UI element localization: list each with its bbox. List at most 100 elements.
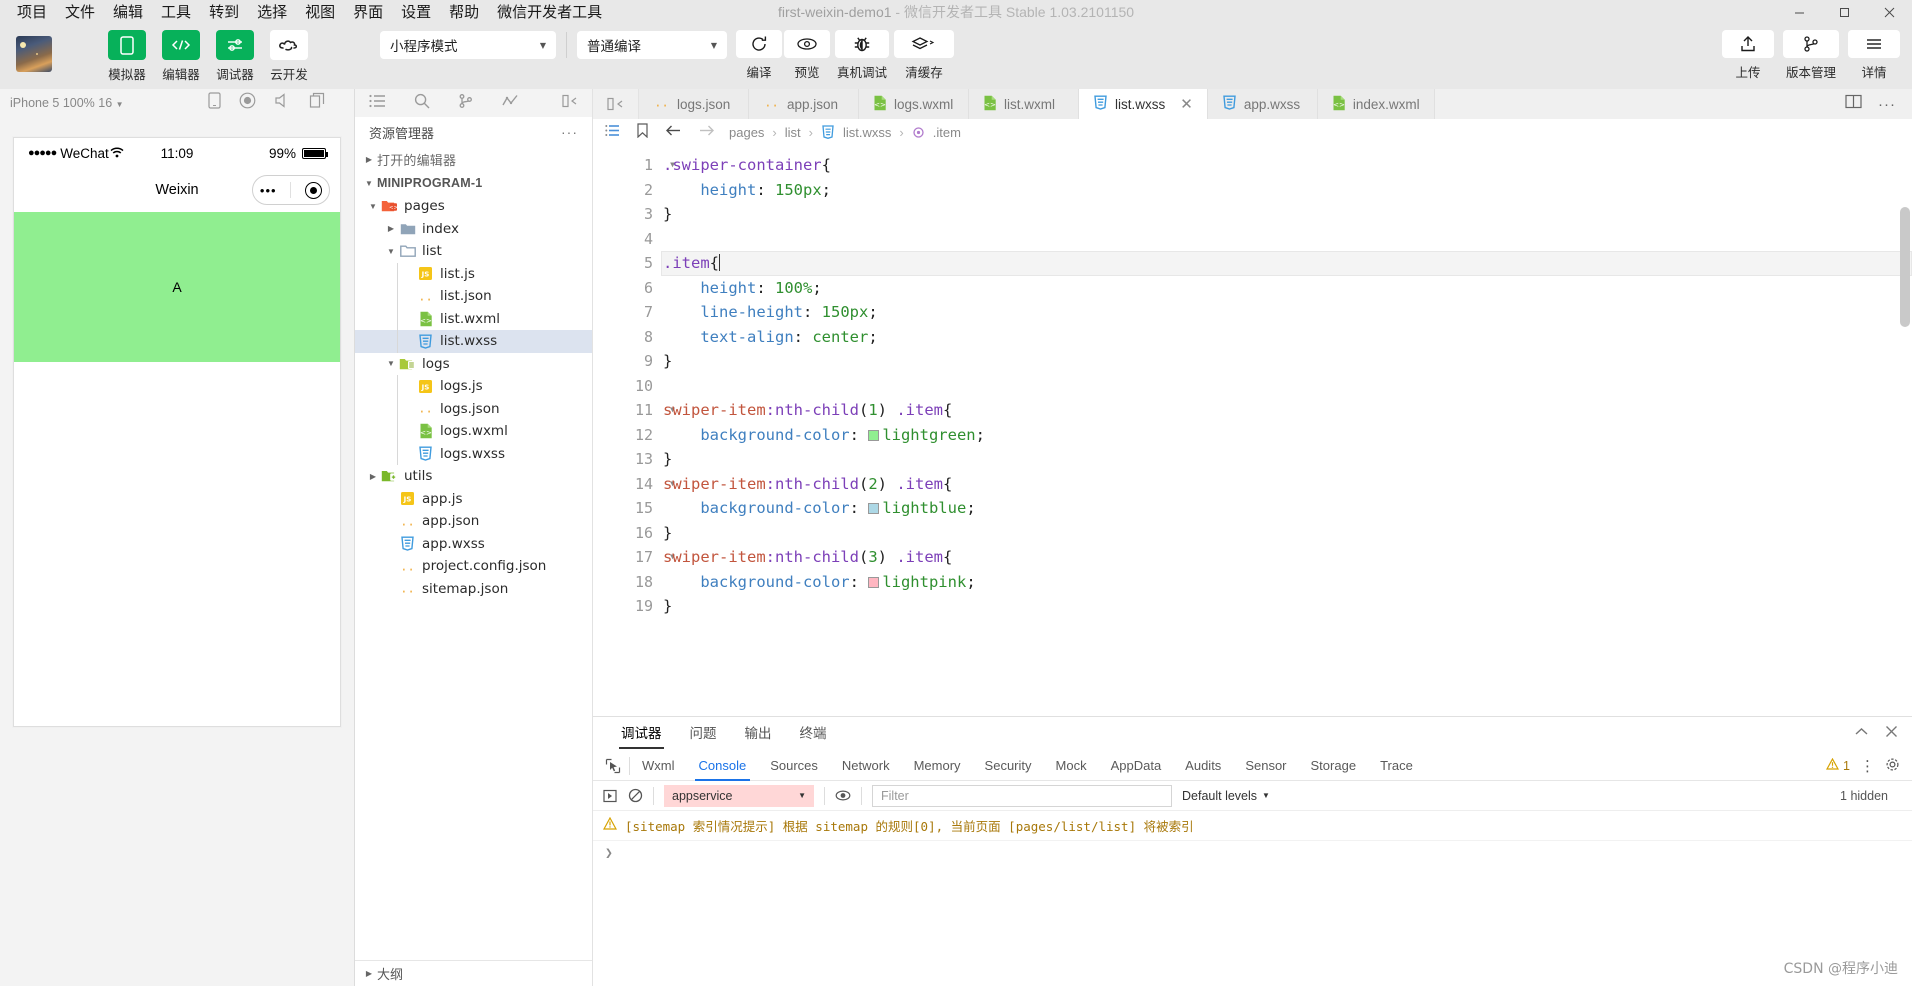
code-line-19[interactable]: }	[661, 594, 1912, 619]
cloud-dev-button[interactable]: 云开发	[266, 30, 312, 83]
record-icon[interactable]	[239, 92, 256, 114]
devtools-tab-sources[interactable]: Sources	[758, 751, 830, 781]
version-control-button[interactable]: 版本管理	[1780, 30, 1842, 81]
git-icon[interactable]	[458, 93, 474, 114]
upload-button[interactable]: 上传	[1722, 30, 1774, 81]
inspect-cursor-icon[interactable]	[601, 758, 629, 774]
editor-scrollbar[interactable]	[1900, 147, 1910, 716]
code-content[interactable]: .swiper-container{ height: 150px;} .item{…	[661, 145, 1912, 716]
menu-item-5[interactable]: 选择	[248, 1, 296, 23]
preview-button[interactable]: 预览	[783, 30, 831, 81]
details-button[interactable]: 详情	[1848, 30, 1900, 81]
devtools-tab-wxml[interactable]: Wxml	[630, 751, 687, 781]
minimize-button[interactable]	[1777, 0, 1822, 24]
code-line-1[interactable]: .swiper-container{	[661, 153, 1912, 178]
menu-item-2[interactable]: 编辑	[104, 1, 152, 23]
tree-folder-pages[interactable]: ▼ <> pages	[355, 195, 592, 218]
editor-tab-app.json[interactable]: {..} app.json	[749, 89, 859, 119]
menu-item-6[interactable]: 视图	[296, 1, 344, 23]
tree-file-app.json[interactable]: {..} app.json	[355, 510, 592, 533]
devtools-tab-security[interactable]: Security	[973, 751, 1044, 781]
code-line-18[interactable]: background-color: lightpink;	[661, 570, 1912, 595]
list-icon[interactable]	[369, 94, 386, 113]
code-line-17[interactable]: swiper-item:nth-child(3) .item{	[661, 545, 1912, 570]
panel-tab-problems[interactable]: 问题	[676, 717, 731, 751]
code-line-7[interactable]: line-height: 150px;	[661, 300, 1912, 325]
forward-arrow-icon[interactable]	[698, 124, 715, 140]
panel-tab-debugger[interactable]: 调试器	[607, 717, 676, 751]
tree-file-sitemap.json[interactable]: {..} sitemap.json	[355, 578, 592, 601]
project-avatar[interactable]	[16, 36, 52, 72]
split-editor-icon[interactable]	[1845, 94, 1862, 114]
phone-capsule-buttons[interactable]: •••	[252, 175, 330, 205]
breadcrumb-part-0[interactable]: pages	[729, 125, 764, 140]
code-line-3[interactable]: }	[661, 202, 1912, 227]
console-context-select[interactable]: appservice ▼	[664, 784, 814, 807]
tree-folder-list[interactable]: ▼ list	[355, 240, 592, 263]
explorer-more-icon[interactable]: ···	[561, 124, 578, 140]
editor-tab-app.wxss[interactable]: app.wxss	[1207, 89, 1318, 119]
code-line-16[interactable]: }	[661, 521, 1912, 546]
panel-tab-output[interactable]: 输出	[731, 717, 786, 751]
breadcrumb-part-3[interactable]: .item	[933, 125, 961, 140]
tab-overflow-left-icon[interactable]	[593, 89, 639, 119]
more-icon[interactable]: ···	[1878, 96, 1896, 113]
close-button[interactable]	[1867, 0, 1912, 24]
breadcrumb-part-1[interactable]: list	[785, 125, 801, 140]
menu-item-3[interactable]: 工具	[152, 1, 200, 23]
tree-file-logs.js[interactable]: JS logs.js	[355, 375, 592, 398]
clear-cache-button[interactable]: 清缓存	[893, 30, 955, 81]
menu-item-0[interactable]: 项目	[8, 1, 56, 23]
code-editor[interactable]: 1▼2345▼67891011▼121314▼151617▼1819 .swip…	[593, 145, 1912, 716]
bookmark-icon[interactable]	[636, 123, 649, 141]
eye-icon[interactable]	[835, 789, 851, 802]
debugger-toggle-button[interactable]: 调试器	[212, 30, 258, 83]
tree-file-list.js[interactable]: JS list.js	[355, 262, 592, 285]
step-icon[interactable]	[603, 789, 618, 803]
devtools-tab-appdata[interactable]: AppData	[1099, 751, 1174, 781]
mode-select[interactable]: 小程序模式 ▼	[380, 31, 556, 59]
console-levels-select[interactable]: Default levels ▼	[1182, 789, 1270, 803]
devtools-tab-mock[interactable]: Mock	[1044, 751, 1099, 781]
tree-file-logs.wxss[interactable]: logs.wxss	[355, 442, 592, 465]
editor-tab-logs.wxml[interactable]: <> logs.wxml	[859, 89, 969, 119]
tree-file-app.js[interactable]: JS app.js	[355, 488, 592, 511]
project-root-section[interactable]: ▼ MINIPROGRAM-1	[355, 171, 592, 195]
tree-file-project.config.json[interactable]: {..} project.config.json	[355, 555, 592, 578]
editor-toggle-button[interactable]: 编辑器	[158, 30, 204, 83]
code-line-8[interactable]: text-align: center;	[661, 325, 1912, 350]
breadcrumb-part-2[interactable]: list.wxss	[843, 125, 891, 140]
console-prompt[interactable]: ❯	[593, 841, 1912, 866]
phone-outline-icon[interactable]	[208, 92, 221, 114]
editor-tab-list.wxss[interactable]: list.wxss ✕	[1079, 89, 1208, 119]
tree-file-list.wxml[interactable]: <> list.wxml	[355, 307, 592, 330]
clear-icon[interactable]	[628, 788, 643, 803]
gear-icon[interactable]	[1885, 757, 1900, 775]
more-icon[interactable]: ⋮	[1860, 757, 1875, 775]
close-icon[interactable]	[1885, 725, 1898, 743]
simulator-toggle-button[interactable]: 模拟器	[104, 30, 150, 83]
editor-tab-list.wxml[interactable]: <> list.wxml	[969, 89, 1079, 119]
menu-item-7[interactable]: 界面	[344, 1, 392, 23]
editor-scrollbar-thumb[interactable]	[1900, 207, 1910, 327]
menu-item-4[interactable]: 转到	[200, 1, 248, 23]
editor-tab-index.wxml[interactable]: <> index.wxml	[1317, 89, 1435, 119]
real-device-debug-button[interactable]: 真机调试	[831, 30, 893, 81]
outline-icon[interactable]	[605, 124, 620, 140]
code-line-13[interactable]: }	[661, 447, 1912, 472]
menu-item-10[interactable]: 微信开发者工具	[488, 1, 611, 23]
devtools-tab-trace[interactable]: Trace	[1368, 751, 1425, 781]
volume-icon[interactable]	[274, 93, 291, 113]
tree-file-app.wxss[interactable]: app.wxss	[355, 533, 592, 556]
devtools-tab-storage[interactable]: Storage	[1299, 751, 1369, 781]
graph-icon[interactable]	[502, 94, 519, 113]
device-select[interactable]: iPhone 5 100% 16 ▼	[10, 96, 124, 110]
copy-icon[interactable]	[309, 92, 326, 114]
outline-section[interactable]: ▶ 大纲	[355, 960, 592, 986]
devtools-tab-sensor[interactable]: Sensor	[1233, 751, 1298, 781]
code-line-5[interactable]: .item{	[661, 251, 1912, 276]
compile-select[interactable]: 普通编译 ▼	[577, 31, 727, 59]
devtools-tab-console[interactable]: Console	[687, 751, 759, 781]
tree-folder-index[interactable]: ▶ index	[355, 218, 592, 241]
tree-file-logs.wxml[interactable]: <> logs.wxml	[355, 420, 592, 443]
